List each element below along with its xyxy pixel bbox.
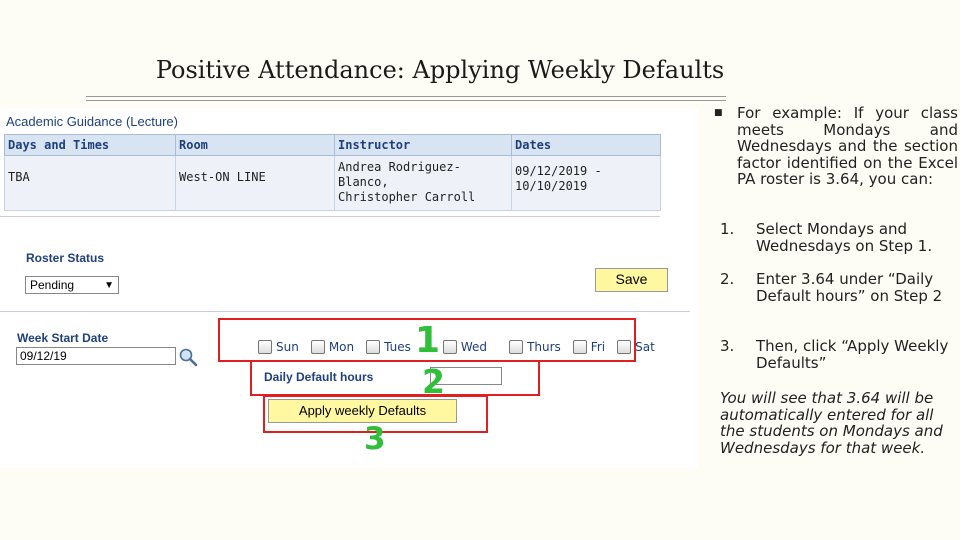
- week-start-label: Week Start Date: [17, 331, 109, 345]
- step-2-highlight: [250, 360, 540, 396]
- step-text: Then, click “Apply Weekly Defaults”: [756, 337, 949, 372]
- roster-status-select[interactable]: Pending ▼: [25, 276, 119, 294]
- screenshot-panel: Academic Guidance (Lecture) Days and Tim…: [0, 108, 698, 468]
- save-button[interactable]: Save: [595, 268, 668, 292]
- step-1: 1. Select Mondays and Wednesdays on Step…: [720, 221, 958, 254]
- title-rule: [86, 96, 726, 97]
- dropdown-arrow-icon: ▼: [104, 279, 114, 291]
- class-meeting-table: Days and Times Room Instructor Dates TBA…: [4, 134, 661, 211]
- day-label: Sat: [635, 340, 655, 354]
- search-icon[interactable]: [178, 347, 198, 367]
- step-text: Select Mondays and Wednesdays on Step 1.: [756, 220, 933, 255]
- week-start-input[interactable]: [16, 347, 176, 365]
- table-row: TBA West-ON LINE Andrea Rodriguez-Blanco…: [4, 155, 661, 211]
- title-rule: [86, 100, 726, 101]
- step-number: 1.: [720, 220, 735, 238]
- step-1-marker: 1: [415, 320, 441, 361]
- result-note: You will see that 3.64 will be automatic…: [720, 389, 943, 457]
- col-header-instructor: Instructor: [334, 134, 512, 156]
- step-2: 2. Enter 3.64 under “Daily Default hours…: [720, 271, 958, 304]
- divider: [0, 216, 660, 217]
- step-number: 3.: [720, 337, 735, 355]
- step-3: 3. Then, click “Apply Weekly Defaults”: [720, 338, 958, 371]
- course-title: Academic Guidance (Lecture): [6, 114, 178, 129]
- cell-dates: 09/12/2019 - 10/10/2019: [511, 155, 661, 211]
- col-header-days: Days and Times: [4, 134, 176, 156]
- cell-days: TBA: [4, 155, 176, 211]
- divider: [0, 311, 690, 312]
- cell-instructor: Andrea Rodriguez-Blanco, Christopher Car…: [334, 155, 512, 211]
- bullet-text: For example: If your class meets Mondays…: [737, 104, 958, 188]
- bullet-square-icon: ■: [714, 108, 723, 118]
- example-bullet: ■ For example: If your class meets Monda…: [714, 105, 958, 188]
- col-header-dates: Dates: [511, 134, 661, 156]
- step-text: Enter 3.64 under “Daily Default hours” o…: [756, 270, 943, 305]
- step-number: 2.: [720, 270, 735, 288]
- roster-status-label: Roster Status: [26, 251, 105, 265]
- step-2-marker: 2: [422, 362, 445, 401]
- roster-status-value: Pending: [30, 278, 75, 292]
- cell-room: West-ON LINE: [175, 155, 335, 211]
- step-3-marker: 3: [364, 421, 386, 457]
- col-header-room: Room: [175, 134, 335, 156]
- slide-title: Positive Attendance: Applying Weekly Def…: [155, 56, 725, 84]
